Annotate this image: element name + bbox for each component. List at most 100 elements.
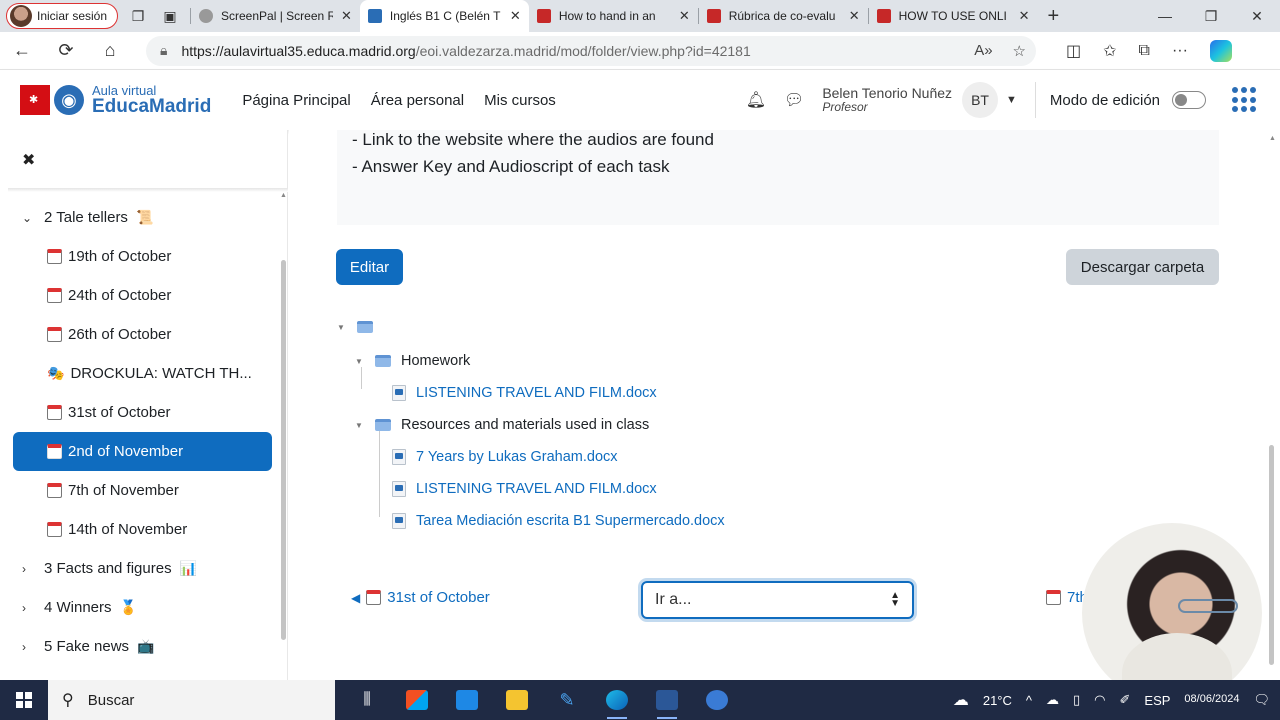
- expand-triangle-icon[interactable]: ▼: [355, 357, 365, 366]
- user-info[interactable]: Belen Tenorio Nuñez Profesor: [822, 85, 952, 115]
- tree-root[interactable]: ▼: [337, 315, 373, 339]
- sidebar-item-drockula[interactable]: 🎭 DROCKULA: WATCH TH...: [13, 354, 272, 393]
- favorite-star-icon[interactable]: ☆: [1013, 42, 1026, 60]
- profile-button[interactable]: Iniciar sesión: [6, 3, 118, 29]
- back-icon[interactable]: ←: [6, 35, 38, 67]
- weather-icon[interactable]: ☁: [953, 690, 969, 710]
- wifi-icon[interactable]: ◠: [1094, 692, 1105, 708]
- pen-tray-icon[interactable]: ✐: [1120, 692, 1131, 708]
- show-hidden-icons-chevron-icon[interactable]: ^: [1026, 693, 1032, 708]
- onedrive-cloud-icon[interactable]: ☁: [1046, 692, 1059, 708]
- section-fake-news[interactable]: › 5 Fake news 📺: [0, 627, 288, 666]
- sidebar-item-31-oct[interactable]: 31st of October: [13, 393, 272, 432]
- close-tab-icon[interactable]: ✕: [1019, 8, 1030, 24]
- expand-triangle-icon[interactable]: ▼: [337, 323, 347, 332]
- calendar-icon: [47, 483, 62, 498]
- tree-file[interactable]: LISTENING TRAVEL AND FILM.docx: [392, 381, 657, 405]
- close-window-icon[interactable]: ✕: [1234, 0, 1280, 32]
- window-controls: — ❐ ✕: [1142, 0, 1280, 32]
- clock[interactable]: 08/06/2024: [1184, 693, 1239, 706]
- new-tab-icon[interactable]: +: [1048, 5, 1060, 28]
- educamadrid-logo[interactable]: ◉ Aula virtual EducaMadrid: [20, 84, 211, 116]
- sidebar-scrollbar[interactable]: [281, 260, 286, 640]
- jump-to-select[interactable]: Ir a... ▲ ▼: [641, 581, 914, 619]
- chevron-down-icon[interactable]: ⌄: [22, 211, 36, 225]
- device-icon[interactable]: ▯: [1073, 692, 1080, 708]
- close-drawer-icon[interactable]: ✖: [22, 150, 35, 170]
- sidebar-item-19-oct[interactable]: 19th of October: [13, 237, 272, 276]
- apps-grid-icon[interactable]: [1232, 87, 1258, 113]
- favorites-icon[interactable]: ✩: [1103, 41, 1116, 61]
- tree-folder-resources[interactable]: ▼ Resources and materials used in class: [355, 413, 649, 437]
- collections-toolbar-icon[interactable]: ⧉: [1139, 42, 1150, 60]
- edit-mode-label: Modo de edición: [1049, 91, 1160, 109]
- collections-icon[interactable]: ❐: [126, 4, 150, 28]
- tab-screenpal[interactable]: ScreenPal | Screen R ✕: [191, 0, 360, 32]
- tab-actions-icon[interactable]: ▣: [158, 4, 182, 28]
- tree-file[interactable]: Tarea Mediación escrita B1 Supermercado.…: [392, 509, 725, 533]
- messages-chat-icon[interactable]: 💬︎: [784, 90, 804, 110]
- chevron-right-icon[interactable]: ›: [22, 562, 36, 576]
- tab-rubrica[interactable]: Rúbrica de co-evalu ✕: [699, 0, 868, 32]
- edit-mode-toggle[interactable]: [1172, 91, 1206, 109]
- screenpal-app-icon[interactable]: [701, 680, 733, 720]
- mail-icon[interactable]: [451, 680, 483, 720]
- expand-triangle-icon[interactable]: ▼: [355, 421, 365, 430]
- tab-how-to-use[interactable]: HOW TO USE ONLI ✕: [869, 0, 1038, 32]
- tab-ingles-b1[interactable]: Inglés B1 C (Belén T ✕: [359, 0, 529, 32]
- folder-icon: [375, 419, 391, 431]
- chevron-right-icon[interactable]: ›: [22, 601, 36, 615]
- restore-icon[interactable]: ❐: [1188, 0, 1234, 32]
- sidebar-item-24-oct[interactable]: 24th of October: [13, 276, 272, 315]
- tree-folder-homework[interactable]: ▼ Homework: [355, 349, 470, 373]
- tree-file[interactable]: LISTENING TRAVEL AND FILM.docx: [392, 477, 657, 501]
- home-icon[interactable]: ⌂: [94, 35, 126, 67]
- profile-label: Iniciar sesión: [37, 9, 108, 23]
- edit-button[interactable]: Editar: [336, 249, 403, 285]
- sidebar-item-2-nov[interactable]: 2nd of November: [13, 432, 272, 471]
- scroll-up-icon[interactable]: ▲: [1269, 135, 1276, 142]
- notifications-icon[interactable]: 🗨︎: [1253, 692, 1270, 708]
- section-tale-tellers[interactable]: ⌄ 2 Tale tellers 📜: [0, 198, 288, 237]
- user-menu-chevron-icon[interactable]: ▼: [1006, 94, 1017, 106]
- close-tab-icon[interactable]: ✕: [341, 8, 352, 24]
- task-view-icon[interactable]: ⫼: [351, 680, 383, 720]
- notifications-bell-icon[interactable]: 🔔︎: [746, 90, 766, 110]
- edge-icon[interactable]: [601, 680, 633, 720]
- user-avatar[interactable]: BT: [962, 82, 999, 118]
- section-winners[interactable]: › 4 Winners 🏅: [0, 588, 288, 627]
- page-scrollbar[interactable]: ▲: [1269, 135, 1276, 665]
- sidebar-item-14-nov[interactable]: 14th of November: [13, 510, 272, 549]
- copilot-icon[interactable]: [1209, 39, 1232, 62]
- close-tab-icon[interactable]: ✕: [679, 8, 690, 24]
- chevron-right-icon[interactable]: ›: [22, 640, 36, 654]
- close-tab-icon[interactable]: ✕: [510, 8, 521, 24]
- sidebar-item-26-oct[interactable]: 26th of October: [13, 315, 272, 354]
- file-explorer-icon[interactable]: [501, 680, 533, 720]
- calendar-icon: [47, 405, 62, 420]
- start-button[interactable]: [0, 680, 48, 720]
- nav-area-personal[interactable]: Área personal: [371, 92, 464, 109]
- download-folder-button[interactable]: Descargar carpeta: [1066, 249, 1219, 285]
- taskbar-search[interactable]: ⚲ Buscar: [48, 680, 335, 720]
- nav-pagina-principal[interactable]: Página Principal: [242, 92, 350, 109]
- tree-file[interactable]: 7 Years by Lukas Graham.docx: [392, 445, 618, 469]
- more-options-icon[interactable]: ···: [1172, 42, 1188, 60]
- previous-activity-link[interactable]: ◀ 31st of October: [351, 589, 490, 606]
- calendar-icon: [47, 522, 62, 537]
- nav-mis-cursos[interactable]: Mis cursos: [484, 92, 556, 109]
- language-indicator[interactable]: ESP: [1144, 693, 1170, 708]
- pen-app-icon[interactable]: ✎: [551, 680, 583, 720]
- read-aloud-icon[interactable]: A»: [974, 42, 992, 60]
- sidebar-item-7-nov[interactable]: 7th of November: [13, 471, 272, 510]
- refresh-icon[interactable]: ⟳: [50, 35, 82, 67]
- store-icon[interactable]: [401, 680, 433, 720]
- close-tab-icon[interactable]: ✕: [849, 8, 860, 24]
- tab-how-to-hand-in[interactable]: How to hand in an ✕: [529, 0, 698, 32]
- url-field[interactable]: 🔒︎ https://aulavirtual35.educa.madrid.or…: [146, 35, 1036, 66]
- word-icon[interactable]: [651, 680, 683, 720]
- minimize-icon[interactable]: —: [1142, 0, 1188, 32]
- search-icon: ⚲: [62, 692, 74, 709]
- section-facts-figures[interactable]: › 3 Facts and figures 📊: [0, 549, 288, 588]
- split-screen-icon[interactable]: ◫: [1066, 41, 1081, 61]
